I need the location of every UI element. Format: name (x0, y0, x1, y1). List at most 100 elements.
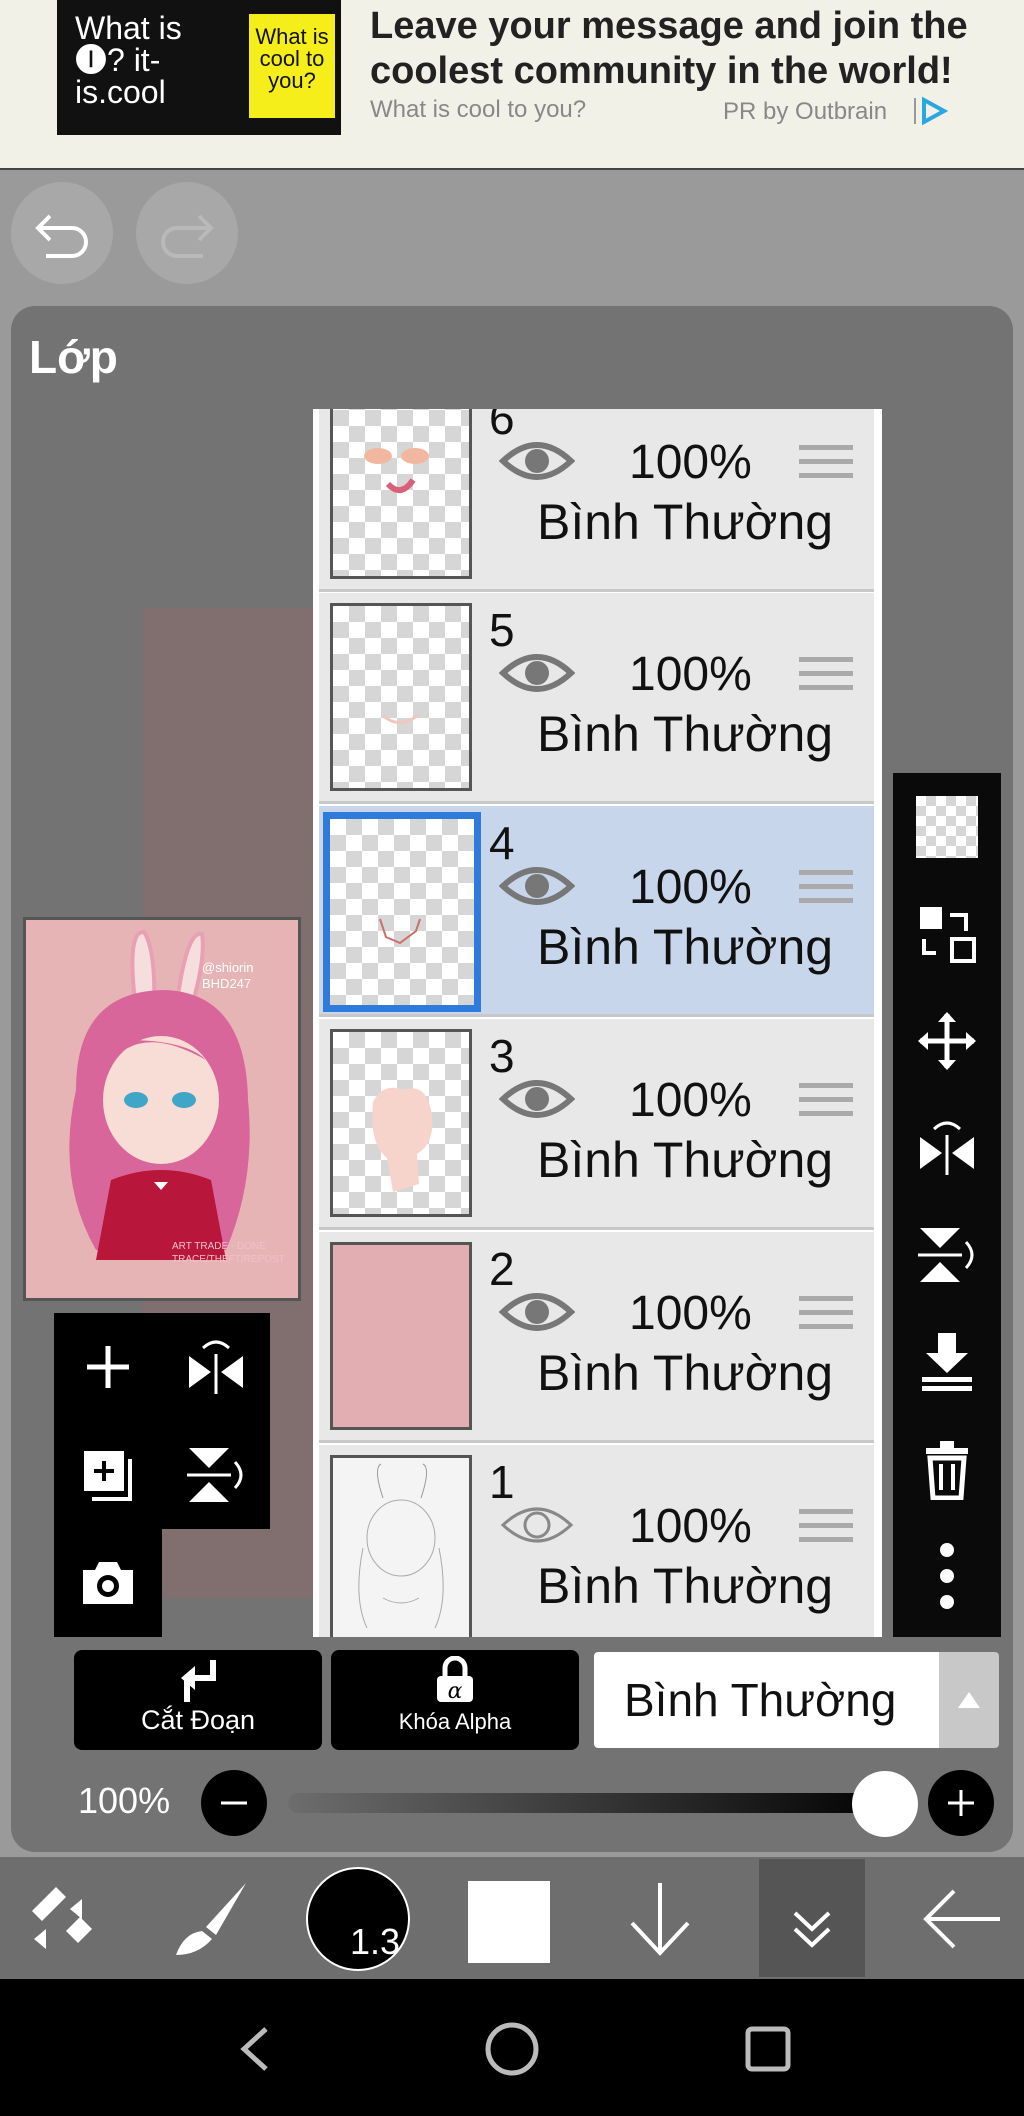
more-vertical-icon (940, 1543, 954, 1609)
layer-6-art (364, 448, 429, 493)
redo-button[interactable] (136, 182, 238, 284)
brush-tool-button[interactable] (168, 1877, 252, 1961)
visibility-eye-icon[interactable] (499, 645, 575, 701)
layer-thumbnail[interactable] (323, 812, 481, 1012)
arrow-down-icon (630, 1883, 690, 1956)
camera-button[interactable] (54, 1529, 162, 1637)
alpha-lock-label: Khóa Alpha (398, 1709, 512, 1734)
drag-handle-icon[interactable] (799, 1296, 853, 1336)
preview-footer: ART TRADE - DONE TRACE/THEFT/REPOST (172, 1241, 285, 1265)
adchoices-icon[interactable] (912, 96, 948, 126)
drag-handle-icon[interactable] (799, 657, 853, 697)
ad-logo-text: What is 🅘? it-is.cool (75, 10, 182, 110)
add-layer-button[interactable] (54, 1313, 162, 1421)
layers-toggle-button[interactable] (759, 1859, 865, 1977)
merge-down-icon (922, 1333, 972, 1391)
double-chevron-down-icon (793, 1911, 831, 1948)
select-layer-button[interactable] (911, 898, 983, 970)
layer-blend-mode: Bình Thường (537, 494, 834, 550)
opacity-slider-track[interactable] (288, 1793, 898, 1813)
move-button[interactable] (911, 1005, 983, 1077)
undo-icon (35, 214, 88, 258)
visibility-eye-icon[interactable] (499, 1071, 575, 1127)
layer-row-5[interactable]: 5 100% Bình Thường (319, 593, 874, 804)
layer-list[interactable]: 6 100% Bình Thường 5 100% Bình Thường 4 … (313, 409, 882, 1637)
opacity-increase-button[interactable] (928, 1770, 994, 1836)
opacity-value: 100% (78, 1780, 171, 1821)
ad-subline: What is cool to you? (370, 96, 587, 123)
brush-size-button[interactable]: 1.3 (306, 1867, 410, 1971)
blend-mode-dropdown-button[interactable] (939, 1652, 999, 1748)
layer-opacity: 100% (629, 861, 752, 914)
more-options-button[interactable] (911, 1540, 983, 1612)
drag-handle-icon[interactable] (799, 870, 853, 910)
visibility-eye-icon[interactable] (499, 433, 575, 489)
delete-layer-button[interactable] (911, 1433, 983, 1505)
canvas-tools (54, 1313, 270, 1637)
back-button[interactable] (920, 1879, 1004, 1959)
opacity-slider-knob[interactable] (852, 1771, 918, 1837)
flip-vertical-button[interactable] (911, 1219, 983, 1291)
bottom-toolbar: 1.3 (0, 1857, 1024, 1979)
canvas-preview[interactable]: @shiorin BHD247 ART TRADE - DONE TRACE/T… (23, 917, 301, 1301)
clipping-label: Cắt Đoạn (140, 1705, 256, 1735)
merge-down-button[interactable] (911, 1326, 983, 1398)
layer-blend-mode: Bình Thường (537, 1132, 834, 1188)
flip-vertical-icon (918, 1228, 974, 1282)
visibility-eye-icon[interactable] (499, 1284, 575, 1340)
transform-eraser-icon (32, 1887, 92, 1949)
ad-headline[interactable]: Leave your message and join the coolest … (370, 4, 980, 94)
ad-banner[interactable]: What is 🅘? it-is.cool What is cool to yo… (0, 0, 1024, 170)
move-arrows-icon (918, 1012, 976, 1070)
selection-tools-button[interactable] (20, 1879, 100, 1959)
layer-opacity: 100% (629, 1500, 752, 1553)
drag-handle-icon[interactable] (799, 1509, 853, 1549)
layer-3-art (372, 1087, 433, 1192)
flip-canvas-horizontal-button[interactable] (162, 1313, 270, 1421)
color-swatch-button[interactable] (468, 1881, 550, 1963)
checker-icon (916, 796, 978, 858)
layer-row-3[interactable]: 3 100% Bình Thường (319, 1019, 874, 1230)
ad-sponsor: PR by Outbrain (723, 98, 888, 125)
plus-icon (948, 1790, 974, 1816)
layer-row-2[interactable]: 2 100% Bình Thường (319, 1232, 874, 1443)
duplicate-layer-button[interactable] (54, 1421, 162, 1529)
undo-button[interactable] (11, 182, 113, 284)
layer-row-4[interactable]: 4 100% Bình Thường (319, 806, 874, 1017)
layer-thumbnail[interactable] (330, 1455, 472, 1637)
layer-row-6[interactable]: 6 100% Bình Thường (319, 409, 874, 592)
nav-home-icon[interactable] (484, 2021, 540, 2077)
visibility-eye-icon[interactable] (499, 858, 575, 914)
ad-logo: What is 🅘? it-is.cool What is cool to yo… (57, 0, 341, 135)
nav-recents-icon[interactable] (744, 2025, 792, 2073)
camera-icon (83, 1562, 133, 1604)
clip-arrow-icon (181, 1660, 216, 1702)
layer-thumbnail[interactable] (330, 409, 472, 579)
drag-handle-icon[interactable] (799, 445, 853, 485)
clipping-button[interactable]: Cắt Đoạn (74, 1650, 322, 1750)
brush-icon (176, 1883, 246, 1955)
layer-thumbnail[interactable] (330, 1242, 472, 1430)
visibility-eye-icon[interactable] (499, 1497, 575, 1553)
layer-blend-mode: Bình Thường (537, 706, 834, 762)
layer-thumbnail[interactable] (330, 1029, 472, 1217)
blend-mode-select[interactable]: Bình Thường (594, 1652, 939, 1748)
layer-row-1[interactable]: 1 100% Bình Thường (319, 1445, 874, 1637)
alpha-lock-button[interactable]: α Khóa Alpha (331, 1650, 579, 1750)
panel-title: Lớp (29, 331, 118, 383)
brush-size-value: 1.3 (350, 1921, 401, 1962)
layer-thumbnail[interactable] (330, 603, 472, 791)
layer-swap-icon (920, 907, 976, 963)
flip-horizontal-icon (189, 1340, 243, 1394)
plus-icon (87, 1346, 129, 1388)
move-down-button[interactable] (620, 1879, 700, 1959)
opacity-decrease-button[interactable] (201, 1770, 267, 1836)
flip-horizontal-icon (920, 1121, 974, 1175)
minus-icon (221, 1801, 247, 1805)
flip-horizontal-button[interactable] (911, 1112, 983, 1184)
layer-tools-column (893, 773, 1001, 1637)
flip-canvas-vertical-button[interactable] (162, 1421, 270, 1529)
transparent-layer-button[interactable] (911, 791, 983, 863)
drag-handle-icon[interactable] (799, 1083, 853, 1123)
nav-back-icon[interactable] (234, 2025, 274, 2073)
